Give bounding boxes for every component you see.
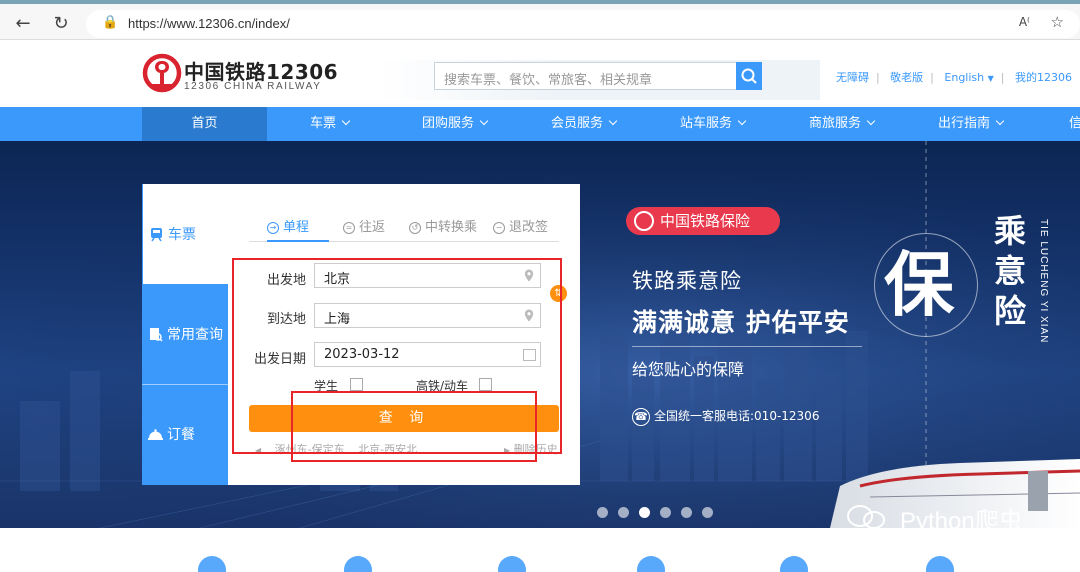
- railway-logo-icon: [634, 211, 654, 231]
- logo-subtitle: 12306 CHINA RAILWAY: [184, 81, 322, 92]
- nav-station-service[interactable]: 站车服务: [650, 107, 775, 141]
- top-links: 无障碍 | 敬老版 | English ▼ | 我的12306: [835, 71, 1072, 84]
- site-header: 中国铁路12306 12306 CHINA RAILWAY 搜索车票、餐饮、常旅…: [0, 40, 1080, 107]
- chevron-down-icon: [866, 116, 876, 126]
- side-tab-common-query[interactable]: 常用查询: [142, 284, 228, 384]
- nav-business-service[interactable]: 商旅服务: [779, 107, 904, 141]
- browser-toolbar: ← ↻ 🔒 https://www.12306.cn/index/ A⁽ ☆: [0, 0, 1080, 40]
- banner-divider: [632, 346, 862, 347]
- banner-vertical-english: TIE LUCHENG YI XIAN: [1038, 219, 1049, 344]
- transfer-icon: ↺: [409, 222, 421, 234]
- chevron-down-icon: [479, 116, 489, 126]
- watermark-text: Python爬虫: [900, 508, 1023, 528]
- tab-transfer[interactable]: ↺ 中转换乘: [409, 216, 477, 242]
- accessibility-link[interactable]: 无障碍: [836, 71, 869, 84]
- wechat-icon: [847, 505, 885, 528]
- side-tab-meal[interactable]: 订餐: [142, 384, 228, 484]
- nav-tickets[interactable]: 车票: [267, 107, 392, 141]
- url-text[interactable]: https://www.12306.cn/index/: [128, 16, 290, 31]
- banner-title: 铁路乘意险: [632, 269, 742, 293]
- arrow-right-icon: →: [267, 222, 279, 234]
- phone-icon: ☎: [632, 407, 650, 426]
- carousel-dot[interactable]: [660, 507, 671, 518]
- service-icon[interactable]: [198, 556, 226, 572]
- railway-logo-icon[interactable]: [142, 53, 182, 93]
- my-12306-link[interactable]: 我的12306: [1015, 71, 1072, 84]
- tab-refund-change[interactable]: − 退改签: [493, 216, 548, 242]
- site-search-input[interactable]: 搜索车票、餐饮、常旅客、相关规章: [434, 62, 736, 90]
- banner-vertical-text: 乘 意 险: [994, 212, 1027, 330]
- carousel-dot-active[interactable]: [639, 507, 650, 518]
- main-nav: 首页 车票 团购服务 会员服务 站车服务 商旅服务 出行指南 信: [0, 107, 1080, 141]
- meal-cover-icon: [148, 428, 163, 440]
- service-icon[interactable]: [780, 556, 808, 572]
- service-icon[interactable]: [637, 556, 665, 572]
- train-icon: [151, 227, 162, 241]
- search-icon: [741, 68, 757, 84]
- banner-subtitle: 给您贴心的保障: [632, 360, 745, 379]
- nav-member-service[interactable]: 会员服务: [521, 107, 646, 141]
- favorite-star-icon[interactable]: ☆: [1051, 13, 1064, 31]
- document-search-icon: [150, 327, 163, 342]
- chevron-down-icon: [341, 116, 351, 126]
- reload-icon[interactable]: ↻: [48, 11, 74, 37]
- side-tab-tickets[interactable]: 车票: [142, 184, 228, 284]
- nav-travel-guide[interactable]: 出行指南: [908, 107, 1033, 141]
- lock-icon: 🔒: [102, 15, 119, 30]
- nav-group-service[interactable]: 团购服务: [392, 107, 517, 141]
- read-aloud-icon[interactable]: A⁽: [1019, 15, 1030, 29]
- service-icon[interactable]: [344, 556, 372, 572]
- refund-icon: −: [493, 222, 505, 234]
- side-tabs: 车票 常用查询 订餐: [142, 184, 228, 485]
- chevron-down-icon: [608, 116, 618, 126]
- service-icon[interactable]: [926, 556, 954, 572]
- tab-round-trip[interactable]: = 往返: [343, 216, 385, 242]
- carousel-dot[interactable]: [597, 507, 608, 518]
- service-icons-strip: [0, 528, 1080, 572]
- banner-phone: ☎ 全国统一客服电话:010-12306: [632, 407, 819, 426]
- nav-info[interactable]: 信: [1037, 107, 1080, 141]
- chevron-down-icon: [995, 116, 1005, 126]
- insurance-badge: 中国铁路保险: [626, 207, 780, 235]
- elder-mode-link[interactable]: 敬老版: [890, 71, 923, 84]
- round-trip-icon: =: [343, 222, 355, 234]
- annotation-query-box: [291, 391, 537, 462]
- banner-big-char: 保: [884, 244, 954, 326]
- carousel-dot[interactable]: [702, 507, 713, 518]
- banner-slogan: 满满诚意 护佑平安: [632, 308, 850, 337]
- search-button[interactable]: [736, 62, 762, 90]
- carousel-dot[interactable]: [618, 507, 629, 518]
- trip-type-tabs: → 单程 = 往返 ↺ 中转换乘 − 退改签: [249, 214, 559, 242]
- english-link[interactable]: English ▼: [944, 71, 993, 84]
- carousel-dot[interactable]: [681, 507, 692, 518]
- service-icon[interactable]: [498, 556, 526, 572]
- chevron-down-icon: [737, 116, 747, 126]
- nav-home[interactable]: 首页: [142, 107, 267, 141]
- address-bar[interactable]: 🔒 https://www.12306.cn/index/ A⁽ ☆: [86, 10, 1080, 38]
- back-icon[interactable]: ←: [10, 11, 36, 37]
- tab-one-way[interactable]: → 单程: [267, 216, 329, 242]
